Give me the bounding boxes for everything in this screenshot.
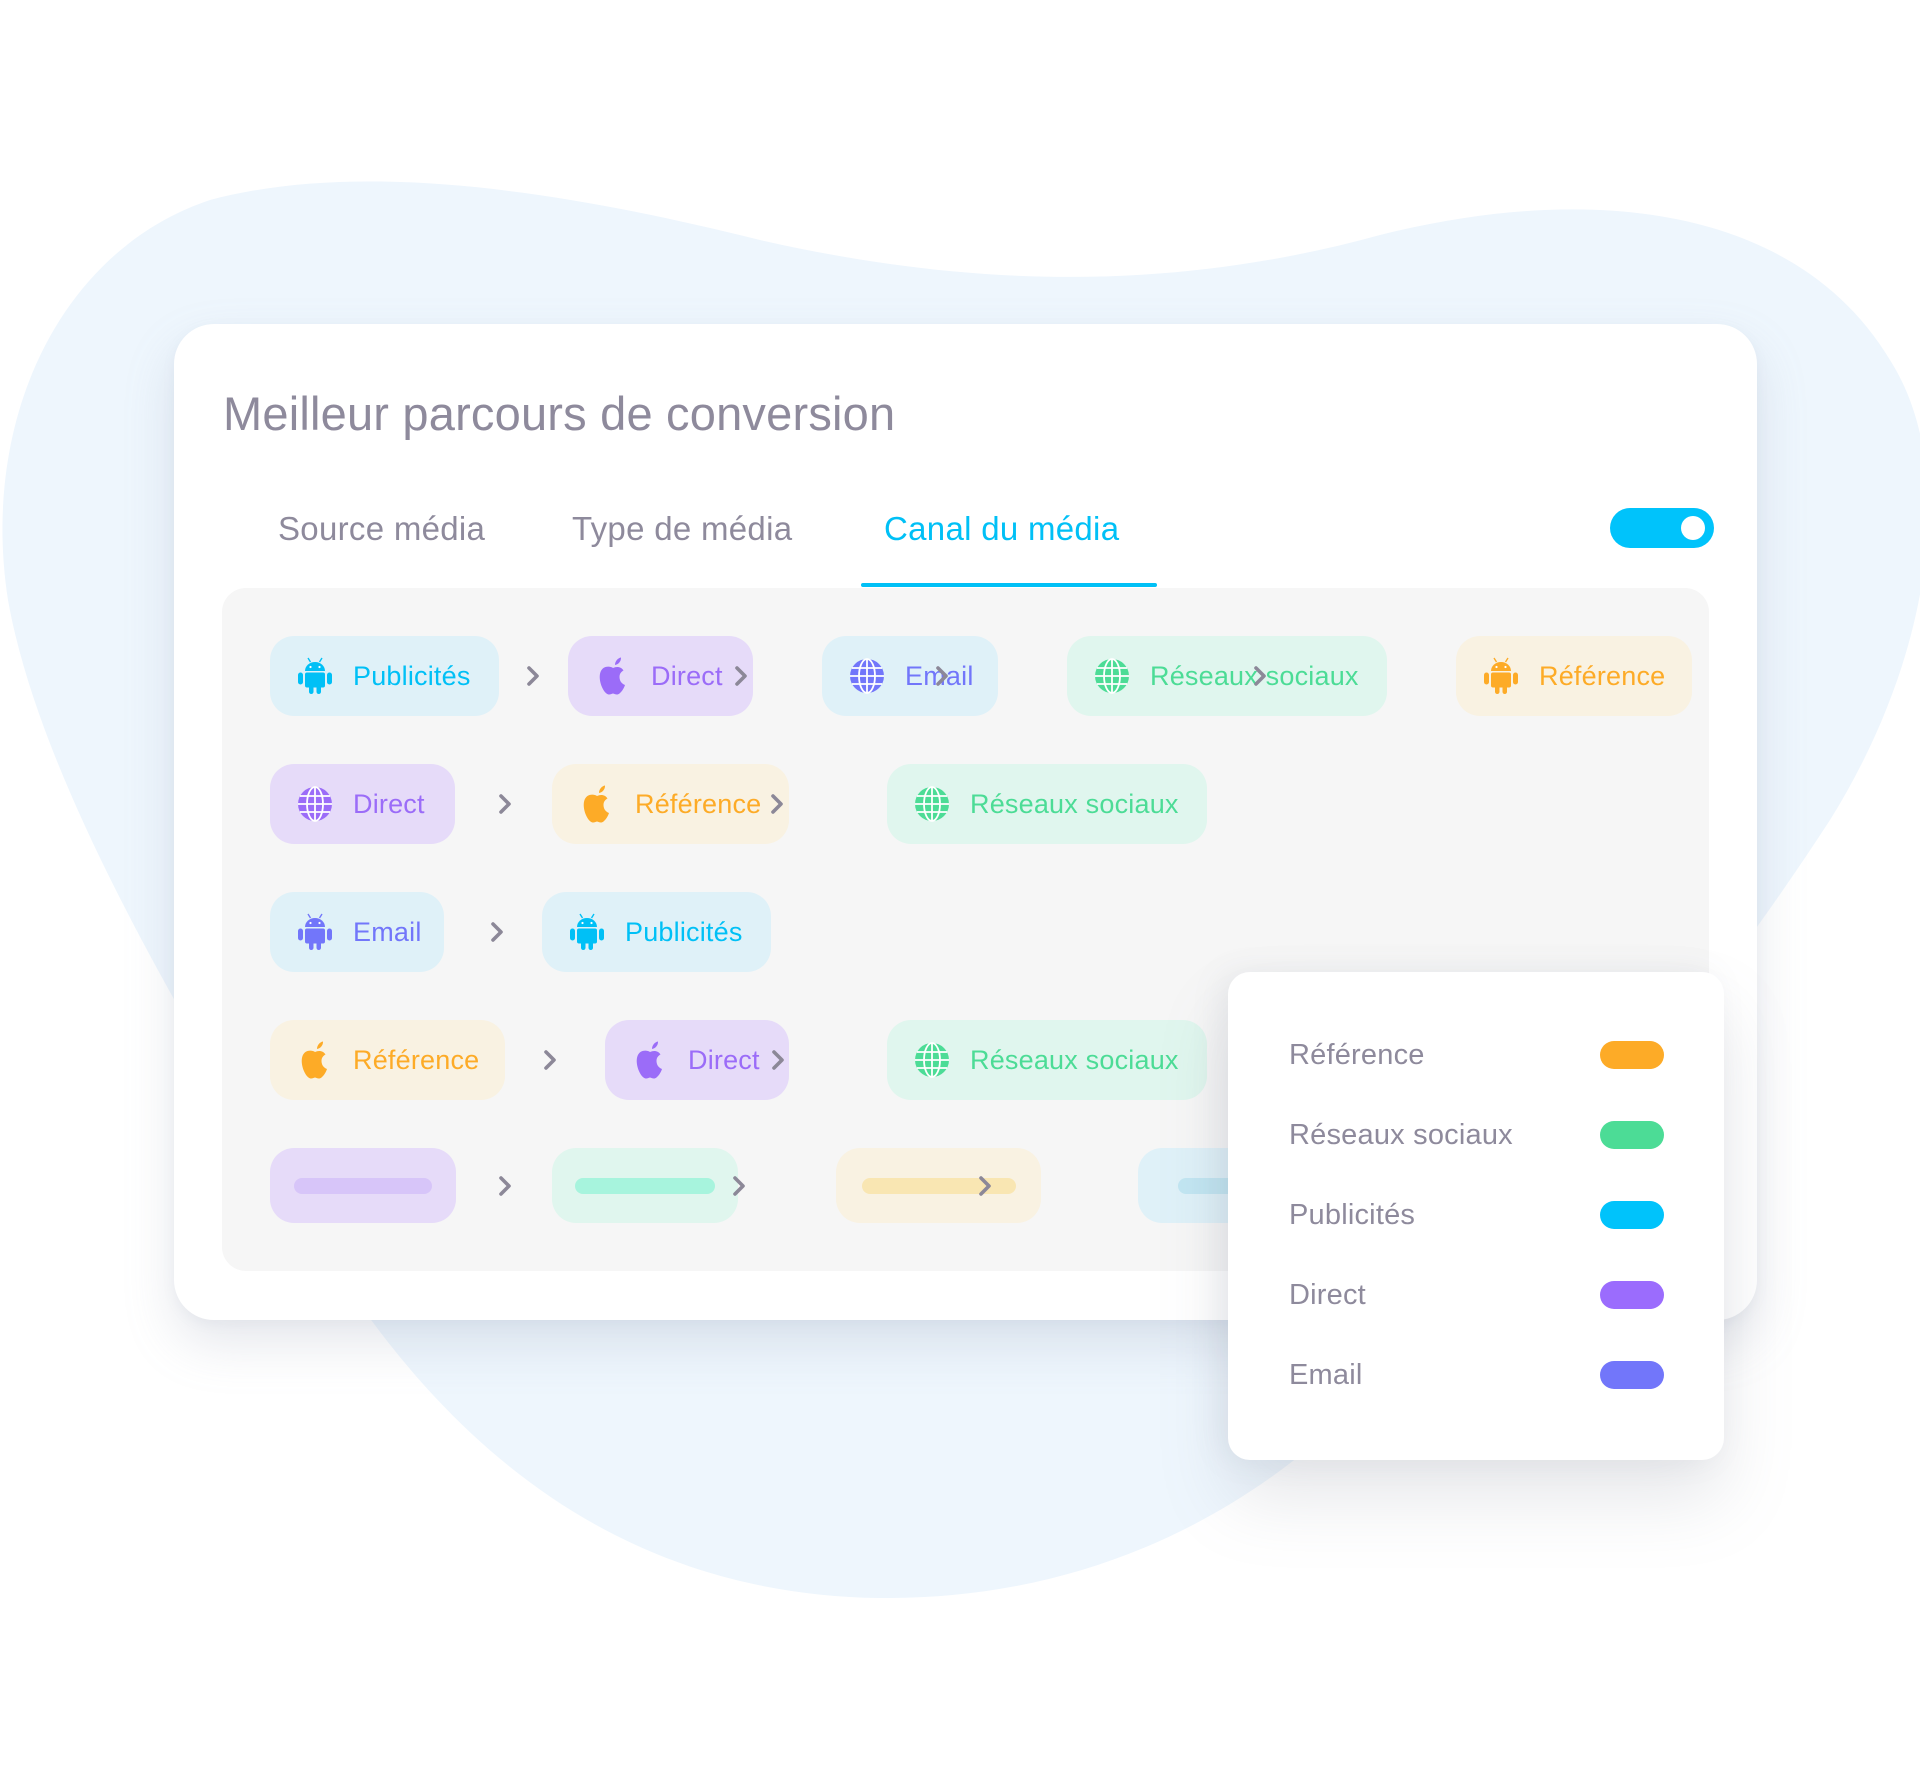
- channel-legend: Référence Réseaux sociaux Publicités Direct…: [1228, 972, 1724, 1460]
- active-tab-indicator: [861, 583, 1157, 587]
- android-icon: [1482, 656, 1520, 696]
- chevron-right-icon: [490, 920, 504, 944]
- legend-color-swatch: [1600, 1281, 1664, 1309]
- card-title: Meilleur parcours de conversion: [223, 387, 896, 440]
- placeholder-bar: [861, 1177, 1016, 1194]
- path-step-label: Publicités: [625, 916, 743, 947]
- path-step-publicites[interactable]: Publicités: [542, 892, 771, 972]
- tab-source-media[interactable]: Source média: [278, 510, 485, 548]
- path-step-email[interactable]: Email: [270, 892, 444, 972]
- legend-item: Référence: [1289, 1035, 1724, 1075]
- path-step-publicites[interactable]: Publicités: [270, 636, 499, 716]
- globe-icon: [1093, 656, 1131, 696]
- chevron-right-icon: [543, 1048, 557, 1072]
- path-step-reseaux[interactable]: Réseaux sociaux: [887, 1020, 1207, 1100]
- android-icon: [296, 912, 334, 952]
- path-step-label: Publicités: [353, 660, 471, 691]
- chevron-right-icon: [935, 664, 949, 688]
- path-step-reseaux[interactable]: Réseaux sociaux: [1067, 636, 1387, 716]
- path-step-reference[interactable]: Référence: [1456, 636, 1692, 716]
- apple-icon: [578, 784, 616, 824]
- path-row: Publicités Direct Email Réseaux sociaux Réfé…: [222, 636, 1709, 716]
- view-toggle[interactable]: [1610, 508, 1714, 548]
- path-step-label: Direct: [688, 1044, 760, 1075]
- path-step-reference[interactable]: Référence: [270, 1020, 505, 1100]
- globe-icon: [913, 1040, 951, 1080]
- apple-icon: [631, 1040, 669, 1080]
- path-step-email[interactable]: Email: [822, 636, 998, 716]
- path-step-label: Direct: [353, 788, 425, 819]
- legend-label: Réseaux sociaux: [1289, 1119, 1513, 1151]
- globe-icon: [848, 656, 886, 696]
- path-row: Email Publicités: [222, 892, 1709, 972]
- path-step-placeholder: [270, 1148, 456, 1223]
- path-row: Direct Référence Réseaux sociaux: [222, 764, 1709, 844]
- legend-label: Référence: [1289, 1039, 1425, 1071]
- path-step-label: Référence: [353, 1044, 480, 1075]
- chevron-right-icon: [732, 1174, 746, 1198]
- chevron-right-icon: [498, 792, 512, 816]
- placeholder-bar: [294, 1177, 432, 1194]
- placeholder-bar: [575, 1177, 715, 1194]
- android-icon: [296, 656, 334, 696]
- path-step-label: Réseaux sociaux: [970, 1044, 1179, 1075]
- chevron-right-icon: [978, 1174, 992, 1198]
- toggle-knob: [1681, 516, 1705, 540]
- chevron-right-icon: [498, 1174, 512, 1198]
- legend-label: Email: [1289, 1359, 1363, 1391]
- apple-icon: [594, 656, 632, 696]
- chevron-right-icon: [526, 664, 540, 688]
- path-step-label: Email: [353, 916, 422, 947]
- tab-canal-media[interactable]: Canal du média: [884, 510, 1119, 548]
- chevron-right-icon: [771, 1048, 785, 1072]
- chevron-right-icon: [770, 792, 784, 816]
- chevron-right-icon: [1253, 664, 1267, 688]
- chevron-right-icon: [734, 664, 748, 688]
- path-step-direct[interactable]: Direct: [568, 636, 753, 716]
- android-icon: [568, 912, 606, 952]
- legend-label: Publicités: [1289, 1199, 1416, 1231]
- path-step-label: Réseaux sociaux: [970, 788, 1179, 819]
- path-step-label: Référence: [635, 788, 762, 819]
- legend-color-swatch: [1600, 1361, 1664, 1389]
- legend-item: Publicités: [1289, 1195, 1724, 1235]
- path-step-label: Référence: [1539, 660, 1666, 691]
- path-step-direct[interactable]: Direct: [270, 764, 455, 844]
- legend-item: Réseaux sociaux: [1289, 1115, 1724, 1155]
- legend-item: Email: [1289, 1355, 1724, 1395]
- tab-type-media[interactable]: Type de média: [572, 510, 792, 548]
- globe-icon: [913, 784, 951, 824]
- legend-color-swatch: [1600, 1041, 1664, 1069]
- path-step-reference[interactable]: Référence: [552, 764, 789, 844]
- path-step-direct[interactable]: Direct: [605, 1020, 789, 1100]
- apple-icon: [296, 1040, 334, 1080]
- path-step-placeholder: [552, 1148, 738, 1223]
- legend-item: Direct: [1289, 1275, 1724, 1315]
- globe-icon: [296, 784, 334, 824]
- legend-color-swatch: [1600, 1121, 1664, 1149]
- path-step-reseaux[interactable]: Réseaux sociaux: [887, 764, 1207, 844]
- legend-color-swatch: [1600, 1201, 1664, 1229]
- legend-label: Direct: [1289, 1279, 1366, 1311]
- path-step-placeholder: [836, 1148, 1041, 1223]
- path-step-label: Direct: [651, 660, 723, 691]
